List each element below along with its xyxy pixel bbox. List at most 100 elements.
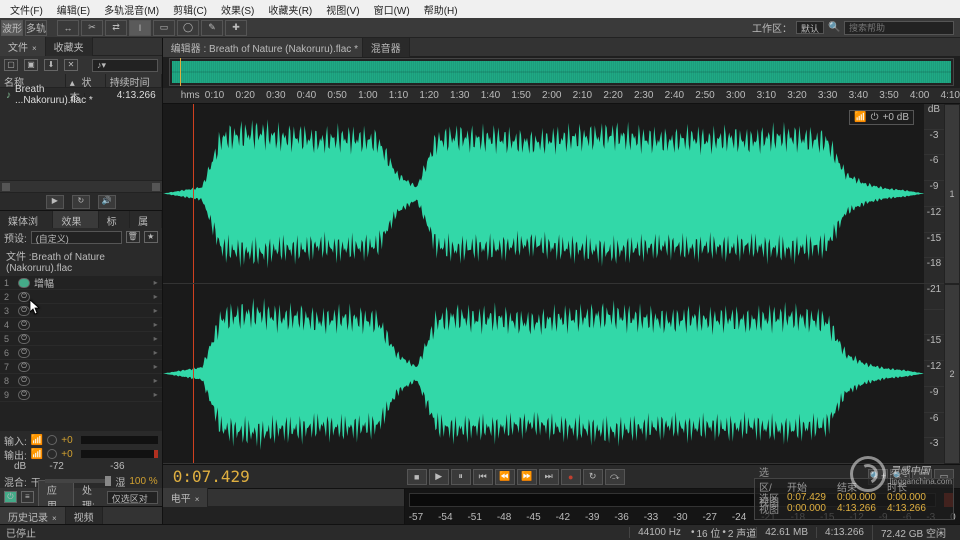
stop-button[interactable]: ■ <box>407 469 427 485</box>
channel-2-button[interactable]: 2 <box>944 284 960 464</box>
filter-dropdown[interactable]: ♪▾ <box>92 59 158 72</box>
menu-favorites[interactable]: 收藏夹(R) <box>262 1 318 18</box>
preview-loop-button[interactable]: ↻ <box>72 195 90 209</box>
delete-preset-icon[interactable]: 🗑 <box>126 231 140 243</box>
power-icon[interactable]: ⏻ <box>18 376 30 386</box>
playhead[interactable] <box>193 104 194 283</box>
menu-help[interactable]: 帮助(H) <box>418 1 464 18</box>
media-browser-tab[interactable]: 媒体浏览器 <box>0 211 53 228</box>
effect-slot[interactable]: 5⏻▸ <box>0 332 162 346</box>
tool-time-select[interactable]: I <box>129 20 151 36</box>
menu-multitrack[interactable]: 多轨混音(M) <box>98 1 165 18</box>
power-icon[interactable] <box>47 449 57 459</box>
chevron-right-icon[interactable]: ▸ <box>154 278 158 287</box>
preview-autoplay-button[interactable]: 🔊 <box>98 195 116 209</box>
effects-rack-tab[interactable]: 效果组× <box>53 211 98 228</box>
favorite-preset-icon[interactable]: ★ <box>144 231 158 243</box>
sel-end[interactable]: 0:00.000 <box>837 492 881 503</box>
power-icon[interactable]: ⏻ <box>18 292 30 302</box>
close-file-icon[interactable]: ✕ <box>64 59 78 71</box>
menu-effects[interactable]: 效果(S) <box>215 1 260 18</box>
menu-view[interactable]: 视图(V) <box>320 1 365 18</box>
open-file-icon[interactable]: ▢ <box>4 59 18 71</box>
playhead[interactable] <box>193 284 194 463</box>
play-button[interactable]: ▶ <box>429 469 449 485</box>
tool-move[interactable]: ↔ <box>57 20 79 36</box>
process-dropdown[interactable]: 仅选区对象 <box>107 491 158 504</box>
view-start[interactable]: 0:00.000 <box>787 503 831 514</box>
menu-window[interactable]: 窗口(W) <box>368 1 416 18</box>
power-icon[interactable]: ⏻ <box>18 362 30 372</box>
volume-hud[interactable]: 📶⏻+0 dB <box>849 110 914 125</box>
sel-start[interactable]: 0:07.429 <box>787 492 831 503</box>
files-tab[interactable]: 文件× <box>0 37 46 56</box>
preset-dropdown[interactable]: (自定义) <box>31 231 122 244</box>
mix-percent[interactable]: 100 % <box>129 476 157 487</box>
levels-tab[interactable]: 电平× <box>163 488 209 507</box>
overview-waveform[interactable] <box>169 58 954 86</box>
power-icon[interactable]: ⏻ <box>18 334 30 344</box>
power-icon[interactable]: ⏻ <box>18 306 30 316</box>
view-dur[interactable]: 4:13.266 <box>887 503 931 514</box>
file-row[interactable]: ♪ Breath ...Nakoruru).flac * 4:13.266 <box>0 88 162 102</box>
editor-tab[interactable]: 编辑器 : Breath of Nature (Nakoruru).flac *… <box>163 38 363 57</box>
effect-slot[interactable]: 8⏻▸ <box>0 374 162 388</box>
effect-slot[interactable]: 7⏻▸ <box>0 360 162 374</box>
go-start-button[interactable]: ⏮ <box>473 469 493 485</box>
markers-tab[interactable]: 标记 <box>99 211 131 228</box>
go-end-button[interactable]: ⏭ <box>539 469 559 485</box>
rack-power-icon[interactable]: ⏻ <box>4 491 17 503</box>
effect-slot[interactable]: 4⏻▸ <box>0 318 162 332</box>
workspace-dropdown[interactable]: 默认 <box>796 21 824 34</box>
timecode-display[interactable]: 0:07.429 <box>163 467 403 486</box>
tool-slip[interactable]: ⇄ <box>105 20 127 36</box>
menu-clip[interactable]: 剪辑(C) <box>167 1 213 18</box>
power-icon[interactable]: ⏻ <box>18 320 30 330</box>
pause-button[interactable]: ⏸ <box>451 469 471 485</box>
waveform-display[interactable]: 📶⏻+0 dB <box>163 104 924 464</box>
power-icon[interactable]: ⏻ <box>18 348 30 358</box>
rack-menu-icon[interactable]: ≡ <box>21 491 34 503</box>
menu-file[interactable]: 文件(F) <box>4 1 49 18</box>
time-ruler[interactable]: hms 0:100:200:300:400:501:001:101:201:30… <box>163 88 960 104</box>
forward-button[interactable]: ⏩ <box>517 469 537 485</box>
new-file-icon[interactable]: ▣ <box>24 59 38 71</box>
tool-heal[interactable]: ✚ <box>225 20 247 36</box>
power-icon[interactable] <box>47 435 57 445</box>
effect-slot[interactable]: 1增幅▸ <box>0 276 162 290</box>
import-icon[interactable]: ⬇ <box>44 59 58 71</box>
view-end[interactable]: 4:13.266 <box>837 503 881 514</box>
favorites-tab[interactable]: 收藏夹 <box>46 37 93 56</box>
effect-slot[interactable]: 9⏻▸ <box>0 388 162 402</box>
power-icon[interactable]: ⏻ <box>18 390 30 400</box>
history-tab[interactable]: 历史记录× <box>0 507 66 524</box>
menu-edit[interactable]: 编辑(E) <box>51 1 96 18</box>
tool-brush[interactable]: ✎ <box>201 20 223 36</box>
power-icon[interactable] <box>18 278 30 288</box>
tool-lasso[interactable]: ◯ <box>177 20 199 36</box>
preview-play-button[interactable]: ▶ <box>46 195 64 209</box>
tool-razor[interactable]: ✂ <box>81 20 103 36</box>
channel-1-button[interactable]: 1 <box>944 104 960 284</box>
tool-marquee[interactable]: ▭ <box>153 20 175 36</box>
effect-slot[interactable]: 2⏻▸ <box>0 290 162 304</box>
skip-button[interactable]: ⤼ <box>605 469 625 485</box>
sel-dur[interactable]: 0:00.000 <box>887 492 931 503</box>
h-scrollbar[interactable] <box>0 180 162 192</box>
rewind-button[interactable]: ⏪ <box>495 469 515 485</box>
multitrack-mode-button[interactable]: 多轨 <box>25 20 47 36</box>
help-search-input[interactable] <box>844 21 954 35</box>
video-tab[interactable]: 视频 <box>66 507 103 524</box>
properties-tab[interactable]: 属性 <box>130 211 162 228</box>
effect-slot[interactable]: 3⏻▸ <box>0 304 162 318</box>
output-gain[interactable]: +0 <box>61 449 72 460</box>
channel-left[interactable]: 📶⏻+0 dB <box>163 104 924 284</box>
waveform-mode-button[interactable]: 波形 <box>1 20 23 36</box>
channel-right[interactable] <box>163 284 924 464</box>
loop-button[interactable]: ↻ <box>583 469 603 485</box>
mixer-tab[interactable]: 混音器 <box>363 38 410 57</box>
input-gain[interactable]: +0 <box>61 435 72 446</box>
effect-slot[interactable]: 6⏻▸ <box>0 346 162 360</box>
record-button[interactable]: ● <box>561 469 581 485</box>
mix-slider[interactable] <box>45 479 112 483</box>
